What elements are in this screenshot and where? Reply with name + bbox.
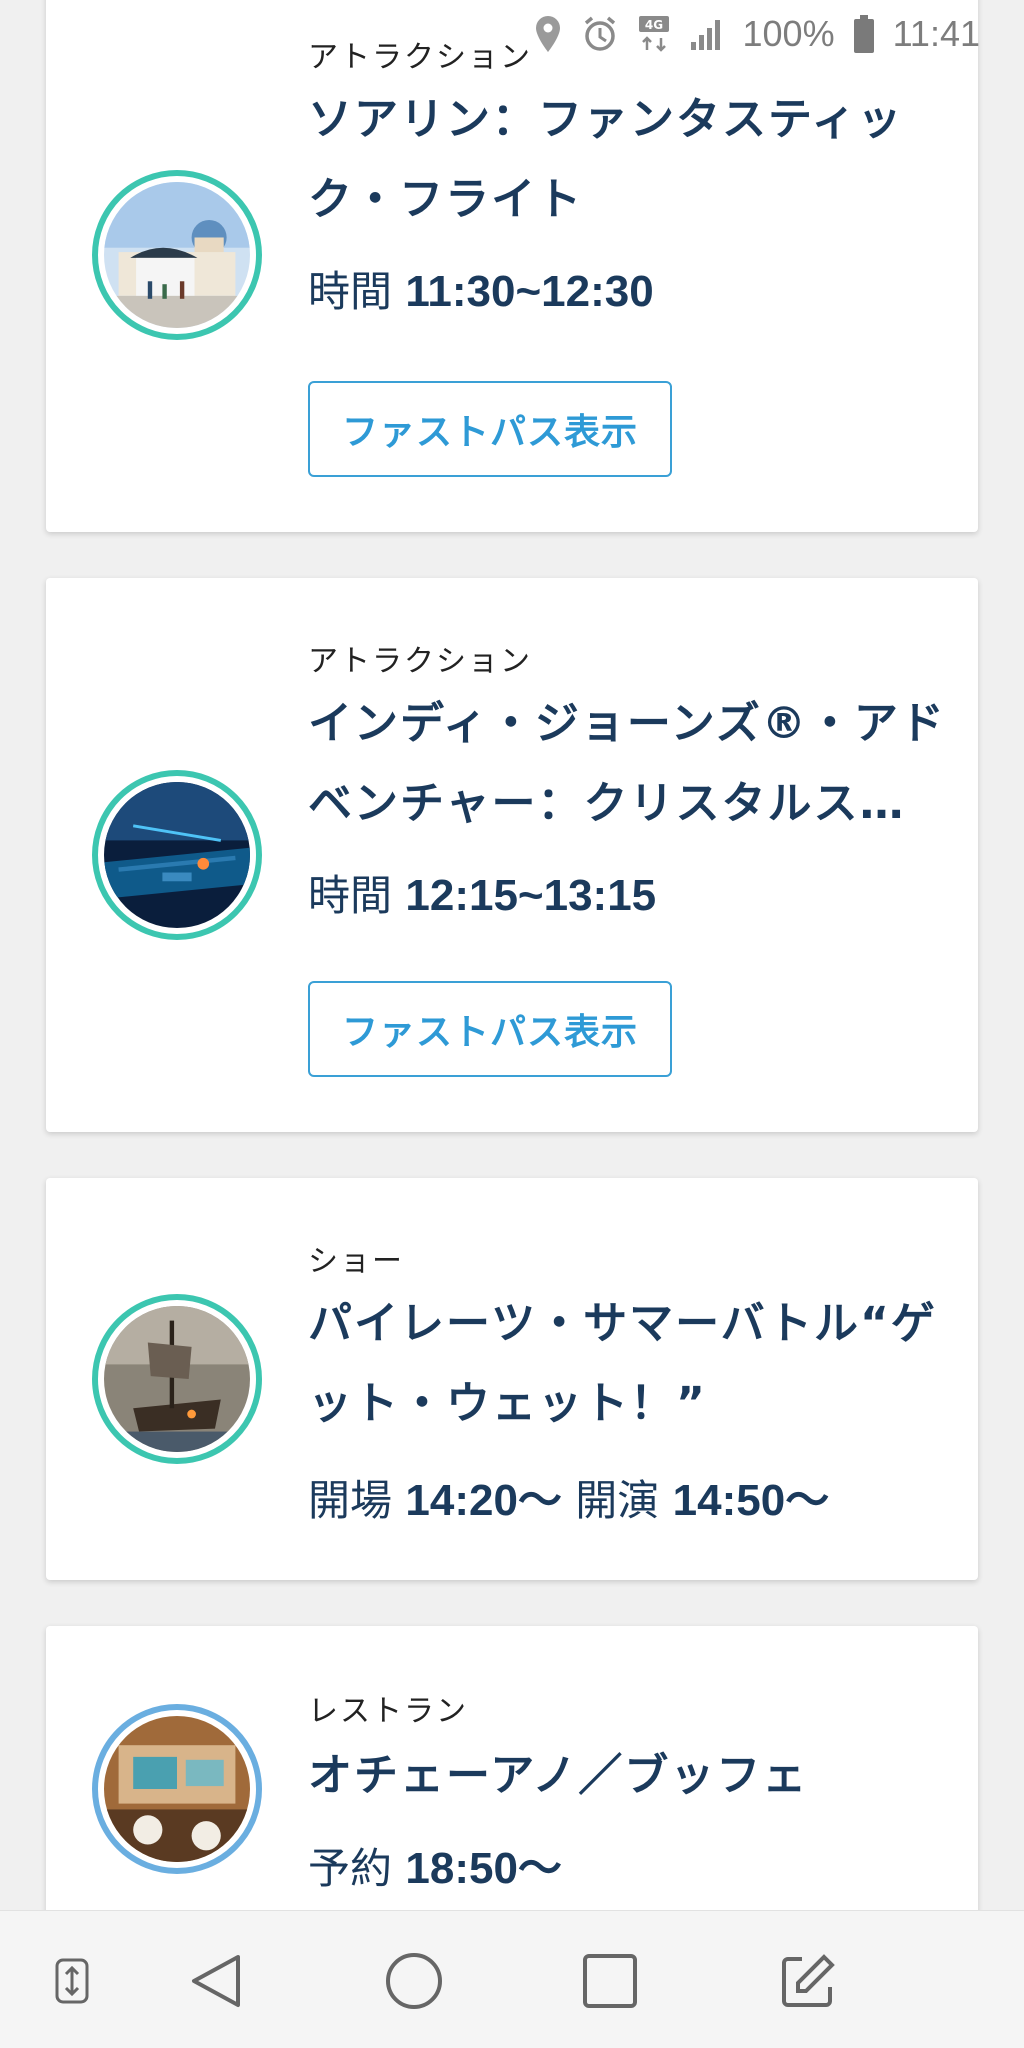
status-bar: 4G 100% 11:41 [0, 0, 1024, 68]
swap-icon[interactable] [42, 1951, 102, 2011]
back-icon[interactable] [186, 1951, 246, 2011]
time-range: 時間 11:30~12:30 [308, 258, 654, 319]
attraction-title: ソアリン：ファンタスティック・フライト [308, 94, 904, 225]
location-icon [533, 14, 563, 54]
show-fastpass-button[interactable]: ファストパス表示 [308, 981, 672, 1077]
time-value: 11:30~12:30 [405, 267, 654, 316]
attraction-thumbnail[interactable] [92, 170, 262, 340]
time-value: 12:15~13:15 [405, 871, 657, 920]
time-range: 時間 12:15~13:15 [308, 862, 656, 923]
opening-time: 14:20〜 [405, 1476, 562, 1525]
attraction-thumbnail[interactable] [92, 770, 262, 940]
alarm-icon [581, 15, 619, 53]
category-label: アトラクション [308, 644, 532, 679]
time-label: 時間 [308, 267, 393, 316]
battery-icon [853, 14, 875, 54]
network-4g-icon: 4G [637, 14, 671, 54]
restaurant-thumbnail[interactable] [92, 1704, 262, 1874]
show-fastpass-button[interactable]: ファストパス表示 [308, 381, 672, 477]
show-card-pirates-summer-battle: ショー パイレーツ・サマーバトル“ゲット・ウェット！” 開場 14:20〜 開演… [46, 1178, 978, 1580]
showtime-label: 開演 [575, 1476, 660, 1525]
reservation-value: 18:50〜 [405, 1844, 562, 1893]
home-icon[interactable] [384, 1951, 444, 2011]
system-nav-bar [0, 1910, 1024, 2048]
reservation-time: 予約 18:50〜 [308, 1832, 562, 1896]
fastpass-card-indiana-jones: アトラクション インディ・ジョーンズ®・アドベンチャー：クリスタルス… 時間 1… [46, 578, 978, 1132]
show-times: 開場 14:20〜 開演 14:50〜 [308, 1464, 829, 1528]
show-thumbnail[interactable] [92, 1294, 262, 1464]
recents-icon[interactable] [580, 1951, 640, 2011]
battery-percent: 100% [742, 13, 835, 54]
opening-label: 開場 [308, 1476, 393, 1525]
time-label: 時間 [308, 871, 393, 920]
showtime-value: 14:50〜 [672, 1476, 830, 1525]
category-label: レストラン [308, 1694, 468, 1729]
signal-icon [689, 16, 725, 52]
restaurant-title: オチェーアノ／ブッフェ [308, 1750, 809, 1801]
category-label: ショー [308, 1244, 404, 1279]
fastpass-card-soarin: アトラクション ソアリン：ファンタスティック・フライト 時間 11:30~12:… [46, 0, 978, 532]
reservation-label: 予約 [308, 1844, 393, 1893]
clock: 11:41 [892, 13, 980, 54]
show-title: パイレーツ・サマーバトル“ゲット・ウェット！” [308, 1298, 937, 1429]
edit-icon[interactable] [778, 1951, 838, 2011]
svg-text:4G: 4G [644, 18, 662, 32]
attraction-title: インディ・ジョーンズ®・アドベンチャー：クリスタルス… [308, 698, 946, 829]
